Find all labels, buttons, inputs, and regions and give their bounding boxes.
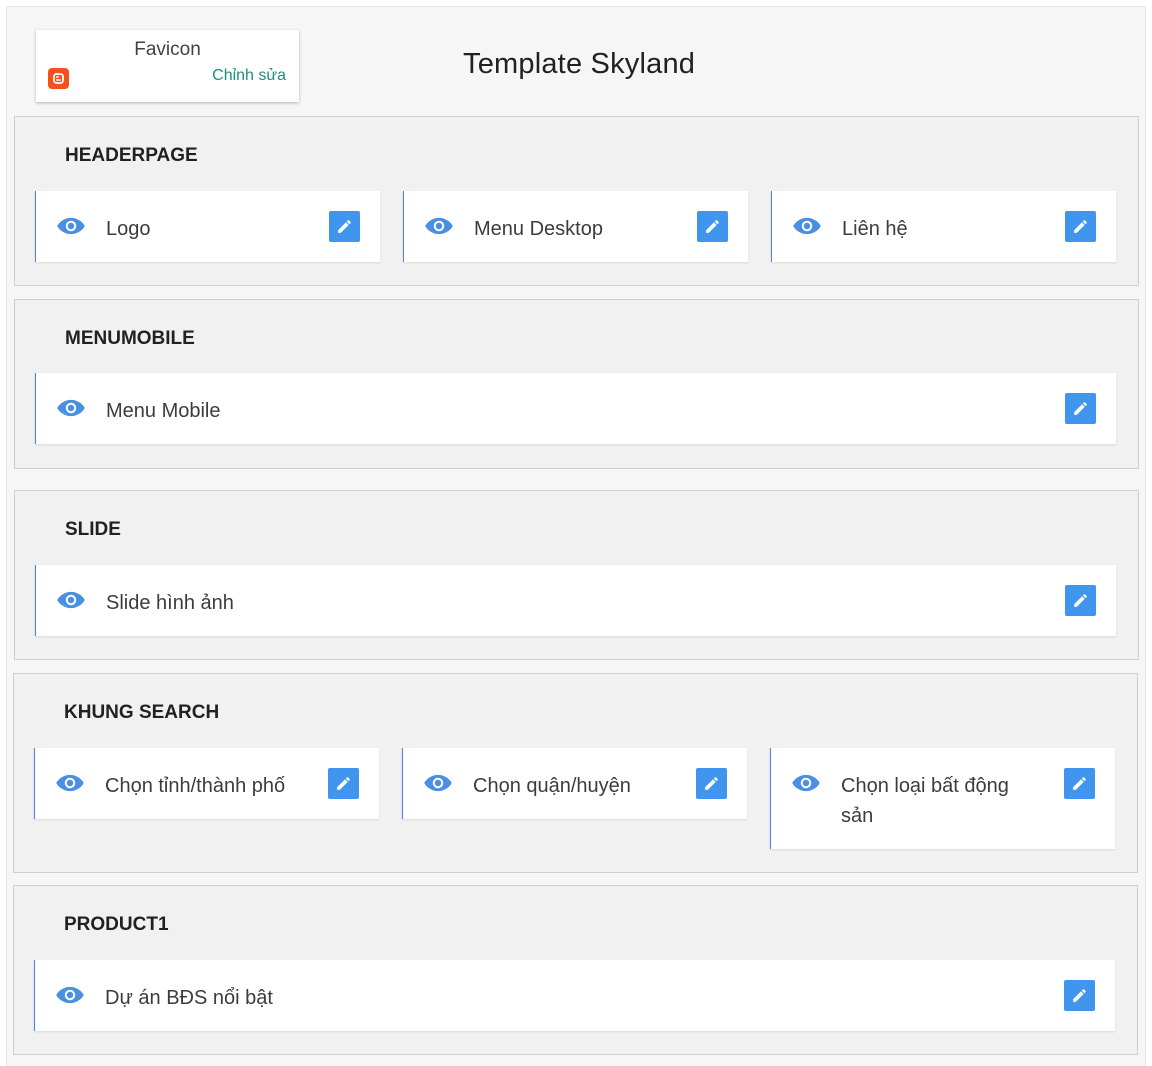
edit-button[interactable] [1065,393,1096,424]
widget-menu-desktop[interactable]: Menu Desktop [403,191,748,262]
edit-button[interactable] [1064,768,1095,799]
page-title: Template Skyland [463,48,696,80]
section-title: MENUMOBILE [65,328,195,349]
widget-lien-he[interactable]: Liên hệ [771,191,1116,262]
section-title: HEADERPAGE [65,145,198,166]
edit-button[interactable] [329,211,360,242]
section-khung-search: KHUNG SEARCH Chọn tỉnh/thành phố Chọn qu… [13,673,1138,873]
eye-icon[interactable] [56,589,86,611]
widget-label: Menu Desktop [474,218,603,240]
pencil-icon [1074,402,1087,415]
edit-button[interactable] [697,211,728,242]
favicon-title: Favicon [134,39,201,60]
widget-du-an-bds-noi-bat[interactable]: Dự án BĐS nổi bật [34,960,1115,1031]
pencil-icon [338,220,351,233]
section-title: KHUNG SEARCH [64,702,220,723]
widget-label: Liên hệ [842,218,908,240]
eye-icon[interactable] [423,772,453,794]
widget-label: Dự án BĐS nổi bật [105,987,273,1009]
pencil-icon [706,220,719,233]
eye-icon[interactable] [56,397,86,419]
pencil-icon [337,777,350,790]
pencil-icon [1073,777,1086,790]
widget-label: Chọn loại bất động sản [841,775,1009,827]
widget-logo[interactable]: Logo [35,191,380,262]
edit-button[interactable] [696,768,727,799]
edit-button[interactable] [328,768,359,799]
section-product1: PRODUCT1 Dự án BĐS nổi bật [13,885,1138,1055]
edit-button[interactable] [1065,211,1096,242]
eye-icon[interactable] [55,772,85,794]
pencil-icon [705,777,718,790]
favicon-widget[interactable]: Favicon Chỉnh sửa [36,30,299,102]
section-slide: SLIDE Slide hình ảnh [14,490,1139,660]
pencil-icon [1074,594,1087,607]
section-title: SLIDE [65,519,121,540]
pencil-icon [1073,989,1086,1002]
widget-chon-quan-huyen[interactable]: Chọn quận/huyện [402,748,747,819]
widget-label: Logo [106,218,151,240]
widget-label: Menu Mobile [106,400,221,422]
section-menumobile: MENUMOBILE Menu Mobile [14,299,1139,469]
widget-menu-mobile[interactable]: Menu Mobile [35,373,1116,444]
section-title: PRODUCT1 [64,914,169,935]
widget-chon-loai-bat-dong-san[interactable]: Chọn loại bất động sản [770,748,1115,849]
favicon-edit-link[interactable]: Chỉnh sửa [212,67,286,85]
eye-icon[interactable] [55,984,85,1006]
eye-icon[interactable] [424,215,454,237]
pencil-icon [1074,220,1087,233]
edit-button[interactable] [1065,585,1096,616]
blogger-icon [48,68,69,89]
widget-label: Chọn tỉnh/thành phố [105,775,286,797]
widget-label: Slide hình ảnh [106,592,234,614]
widget-label: Chọn quận/huyện [473,775,631,797]
section-headerpage: HEADERPAGE Logo Menu Desktop Liên hệ [14,116,1139,286]
edit-button[interactable] [1064,980,1095,1011]
eye-icon[interactable] [56,215,86,237]
eye-icon[interactable] [791,772,821,794]
widget-slide-hinh-anh[interactable]: Slide hình ảnh [35,565,1116,636]
widget-chon-tinh-thanh-pho[interactable]: Chọn tỉnh/thành phố [34,748,379,819]
eye-icon[interactable] [792,215,822,237]
